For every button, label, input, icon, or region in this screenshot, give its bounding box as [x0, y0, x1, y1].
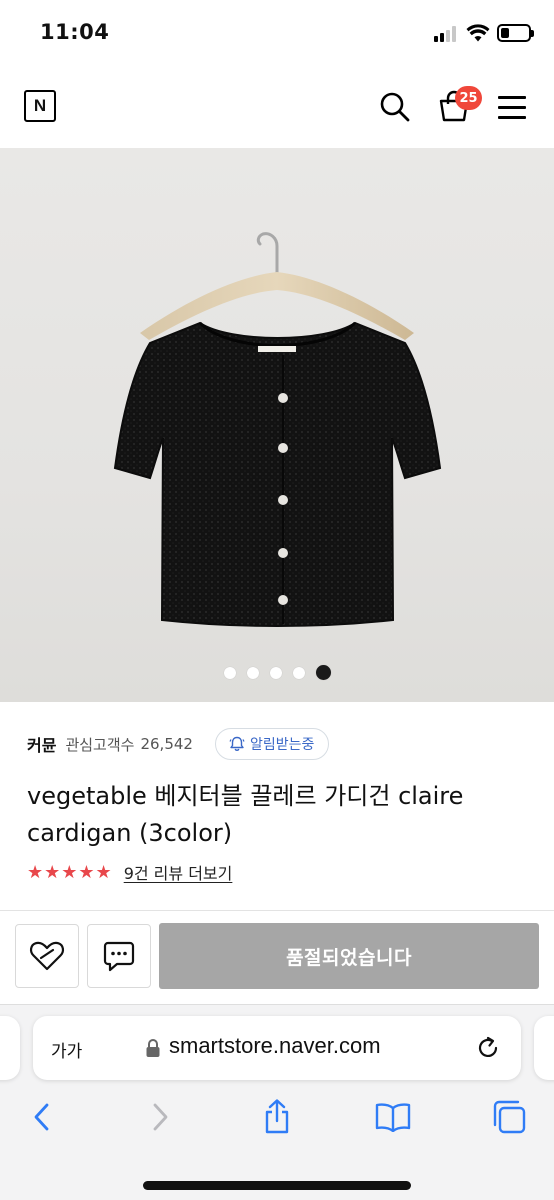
- image-pagination[interactable]: [0, 664, 554, 682]
- bookmarks-button[interactable]: [373, 1097, 413, 1137]
- naver-logo[interactable]: N: [24, 90, 56, 122]
- alarm-label: 알림받는중: [250, 737, 315, 753]
- address-bar[interactable]: 가가 smartstore.naver.com: [33, 1016, 521, 1080]
- back-button[interactable]: [22, 1097, 62, 1137]
- wifi-icon: [466, 24, 490, 42]
- favorite-count: 26,542: [140, 735, 193, 753]
- product-title: vegetable 베지터블 끌레르 가디건 claire cardigan (…: [27, 782, 464, 847]
- tabs-button[interactable]: [489, 1097, 529, 1137]
- review-link[interactable]: 9건 리뷰 더보기: [124, 860, 233, 884]
- pagination-dot-active[interactable]: [315, 665, 331, 680]
- action-bar: 품절되었습니다: [0, 912, 554, 1004]
- wishlist-button[interactable]: [15, 924, 79, 988]
- pagination-dot[interactable]: [269, 667, 282, 679]
- hamburger-menu-icon[interactable]: [498, 96, 526, 120]
- bell-icon: [229, 736, 245, 751]
- alarm-button[interactable]: 알림받는중: [215, 728, 330, 760]
- forward-icon: [153, 1103, 168, 1131]
- search-icon[interactable]: [378, 90, 412, 124]
- bookmarks-icon: [375, 1103, 411, 1132]
- chat-icon: [103, 941, 135, 972]
- share-button[interactable]: [257, 1097, 297, 1137]
- home-indicator: [143, 1181, 411, 1190]
- status-bar: 11:04: [0, 0, 554, 66]
- pagination-dot[interactable]: [246, 667, 259, 679]
- back-icon: [34, 1103, 49, 1131]
- status-time: 11:04: [40, 20, 110, 44]
- battery-icon: [497, 24, 534, 42]
- next-tab-preview[interactable]: [534, 1016, 554, 1080]
- tabs-icon: [493, 1100, 526, 1134]
- rating-stars: ★★★★★: [27, 861, 113, 883]
- lock-icon: [146, 1039, 160, 1057]
- reload-icon[interactable]: [475, 1035, 501, 1061]
- product-photo: [113, 232, 442, 627]
- cart-count-badge: 25: [455, 86, 482, 110]
- soldout-button[interactable]: 품절되었습니다: [159, 923, 539, 989]
- product-image[interactable]: [0, 148, 554, 702]
- url-text[interactable]: smartstore.naver.com: [169, 1033, 381, 1059]
- previous-tab-preview[interactable]: [0, 1016, 20, 1080]
- text-size-button[interactable]: 가가: [51, 1037, 82, 1062]
- store-name[interactable]: 커뮨: [27, 732, 56, 756]
- divider: [0, 910, 554, 911]
- rating-row: ★★★★★ 9건 리뷰 더보기: [27, 859, 232, 885]
- talk-talk-button[interactable]: [87, 924, 151, 988]
- favorite-count-label: 관심고객수: [65, 735, 135, 754]
- pagination-dot[interactable]: [292, 667, 305, 679]
- pagination-dot[interactable]: [223, 667, 236, 679]
- share-icon: [265, 1099, 289, 1134]
- store-info: 커뮨 관심고객수 26,542: [27, 727, 193, 761]
- cellular-signal-icon: [434, 26, 460, 42]
- heart-icon: [29, 941, 65, 971]
- browser-toolbar: [0, 1097, 554, 1141]
- forward-button[interactable]: [140, 1097, 180, 1137]
- browser-bottom-bar: 가가 smartstore.naver.com: [0, 1004, 554, 1200]
